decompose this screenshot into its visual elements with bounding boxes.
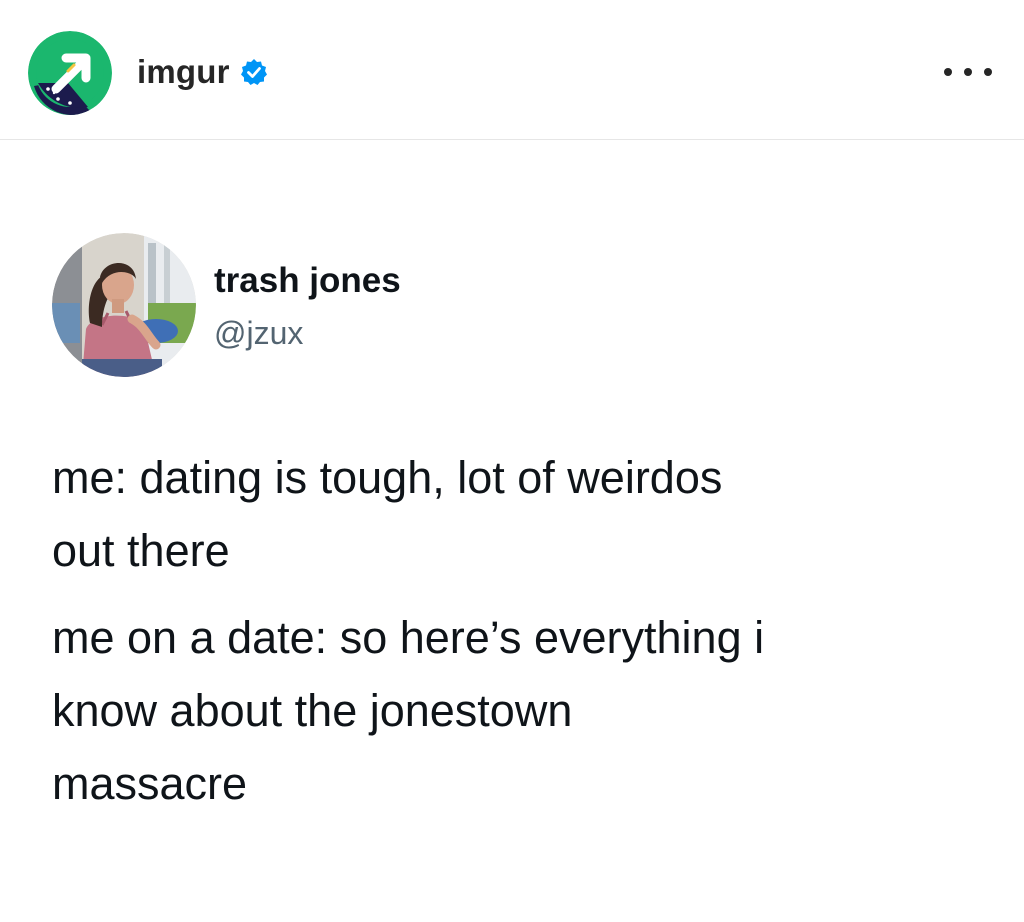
tweet-profile-photo <box>52 233 196 377</box>
account-name[interactable]: imgur <box>137 53 230 91</box>
more-options-button[interactable] <box>944 58 992 86</box>
imgur-logo-icon[interactable] <box>28 31 112 115</box>
post-header: imgur <box>0 0 1024 140</box>
more-dot-icon <box>984 68 992 76</box>
tweet-display-name: trash jones <box>214 261 401 300</box>
verified-badge-icon <box>240 58 268 86</box>
tweet-text: me: dating is tough, lot of weirdos out … <box>52 441 972 820</box>
tweet-paragraph: me on a date: so here’s everything i kno… <box>52 612 765 809</box>
tweet-handle: @jzux <box>214 315 304 351</box>
account-name-row: imgur <box>137 50 268 94</box>
more-dot-icon <box>964 68 972 76</box>
tweet-paragraph: me: dating is tough, lot of weirdos out … <box>52 452 723 576</box>
tweet-card: trash jones @jzux me: dating is tough, l… <box>0 141 1024 922</box>
more-dot-icon <box>944 68 952 76</box>
